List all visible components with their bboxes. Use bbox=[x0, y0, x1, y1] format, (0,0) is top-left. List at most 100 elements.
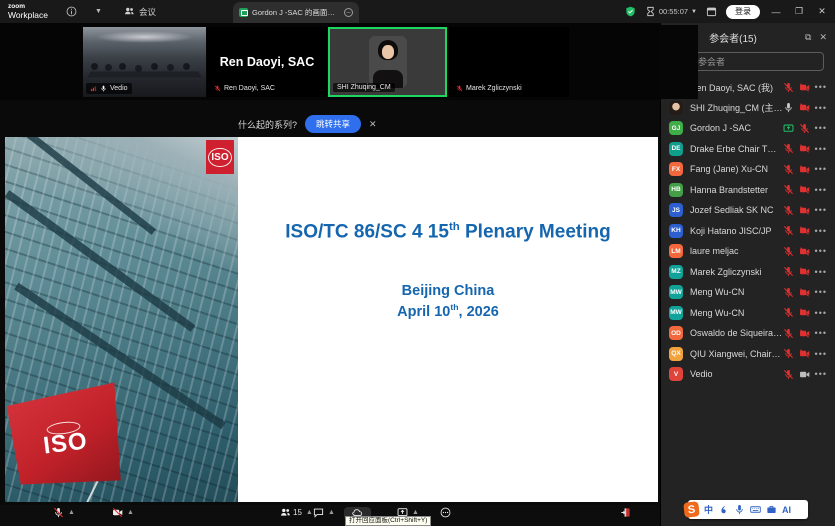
more-options-icon[interactable]: ••• bbox=[815, 246, 827, 256]
security-shield-icon[interactable] bbox=[625, 6, 636, 17]
ime-language-toggle[interactable]: 中 bbox=[704, 503, 713, 516]
camera-status-icon[interactable] bbox=[799, 266, 810, 277]
mic-status-icon[interactable] bbox=[783, 205, 794, 216]
ime-keyboard-icon[interactable] bbox=[750, 504, 761, 515]
participant-row[interactable]: QX QIU Xiangwei, Chairperson ••• bbox=[661, 344, 835, 365]
camera-status-icon[interactable] bbox=[799, 246, 810, 257]
more-options-icon[interactable]: ••• bbox=[815, 164, 827, 174]
camera-status-icon[interactable] bbox=[799, 225, 810, 236]
mic-status-icon[interactable] bbox=[783, 328, 794, 339]
mic-status-icon[interactable] bbox=[783, 307, 794, 318]
calendar-icon[interactable] bbox=[706, 6, 717, 17]
more-options-icon[interactable]: ••• bbox=[815, 123, 827, 133]
more-options-icon[interactable]: ••• bbox=[815, 328, 827, 338]
sogou-logo-icon[interactable]: S bbox=[683, 501, 699, 517]
minimize-button[interactable]: — bbox=[769, 7, 783, 17]
camera-status-icon[interactable] bbox=[799, 205, 810, 216]
chat-chevron[interactable]: ▲ bbox=[328, 509, 335, 516]
tab-shared-screen[interactable]: Gordon J -SAC 的画面共享 − bbox=[233, 2, 359, 23]
maximize-button[interactable]: ❐ bbox=[792, 6, 806, 17]
participant-row[interactable]: MW Meng Wu-CN ••• bbox=[661, 282, 835, 303]
pop-out-icon[interactable]: ⧉ bbox=[805, 32, 811, 43]
video-tile-ren-daoyi[interactable]: Ren Daoyi, SAC Ren Daoyi, SAC bbox=[207, 27, 327, 97]
mute-options-chevron[interactable]: ▲ bbox=[68, 509, 75, 516]
participant-row[interactable]: MZ Marek Zgliczynski ••• bbox=[661, 262, 835, 283]
meeting-timer[interactable]: 00:55:07 ▼ bbox=[645, 6, 697, 17]
more-options-icon[interactable]: ••• bbox=[815, 185, 827, 195]
participant-row[interactable]: MW Meng Wu-CN ••• bbox=[661, 303, 835, 324]
ime-toolbox-icon[interactable] bbox=[766, 504, 777, 515]
participant-row[interactable]: JS Jozef Sedliak SK NC ••• bbox=[661, 200, 835, 221]
close-window-button[interactable]: ✕ bbox=[815, 6, 829, 17]
mic-status-icon[interactable] bbox=[783, 369, 794, 380]
more-options-icon[interactable]: ••• bbox=[815, 103, 827, 113]
more-options-icon[interactable]: ••• bbox=[815, 349, 827, 359]
camera-status-icon[interactable] bbox=[799, 102, 810, 113]
slide-text-area: ISO/TC 86/SC 4 15th Plenary Meeting Beij… bbox=[238, 137, 658, 502]
camera-status-icon[interactable] bbox=[799, 82, 810, 93]
video-button[interactable]: ▲ bbox=[112, 507, 134, 518]
ime-ai-button[interactable]: AI bbox=[782, 505, 791, 515]
mic-status-icon[interactable] bbox=[783, 164, 794, 175]
video-tile-shi-zhuqing-active[interactable]: SHI Zhuqing_CM bbox=[328, 27, 447, 97]
more-options-icon[interactable]: ••• bbox=[815, 369, 827, 379]
chevron-down-icon[interactable]: ▼ bbox=[95, 8, 102, 15]
video-tile-marek[interactable]: Marek Zgliczynski bbox=[449, 27, 569, 97]
mic-status-icon[interactable] bbox=[783, 348, 794, 359]
tab-meeting[interactable]: 会议 bbox=[124, 6, 156, 18]
participant-row[interactable]: LM laure meljac ••• bbox=[661, 241, 835, 262]
more-options-icon[interactable]: ••• bbox=[815, 144, 827, 154]
camera-status-icon[interactable] bbox=[799, 369, 810, 380]
participant-row[interactable]: KH Koji Hatano JISC/JP ••• bbox=[661, 221, 835, 242]
mic-status-icon[interactable] bbox=[783, 102, 794, 113]
participant-row[interactable]: OD Oswaldo de Siqueira Bueno ••• bbox=[661, 323, 835, 344]
mic-status-icon[interactable] bbox=[783, 143, 794, 154]
video-tile-room[interactable]: Vedio bbox=[83, 27, 206, 97]
more-options-icon[interactable]: ••• bbox=[815, 82, 827, 92]
jump-to-share-button[interactable]: 跳转共享 bbox=[305, 115, 361, 133]
video-options-chevron[interactable]: ▲ bbox=[127, 509, 134, 516]
mic-status-icon[interactable] bbox=[783, 266, 794, 277]
participants-button[interactable]: 15 ▲ bbox=[280, 507, 313, 518]
camera-status-icon[interactable] bbox=[799, 307, 810, 318]
camera-status-icon[interactable] bbox=[799, 287, 810, 298]
more-options-icon[interactable]: ••• bbox=[815, 287, 827, 297]
participant-name: Ren Daoyi, SAC (我) bbox=[690, 81, 783, 94]
participant-row[interactable]: DE Drake Erbe Chair TC 86 ••• bbox=[661, 139, 835, 160]
more-options-icon[interactable]: ••• bbox=[815, 308, 827, 318]
participant-row[interactable]: FX Fang (Jane) Xu-CN ••• bbox=[661, 159, 835, 180]
ime-voice-icon[interactable] bbox=[734, 504, 745, 515]
mic-status-icon[interactable] bbox=[783, 82, 794, 93]
participants-chevron[interactable]: ▲ bbox=[306, 509, 313, 516]
share-options-chevron[interactable]: ▲ bbox=[412, 509, 419, 516]
participant-row[interactable]: V Vedio ••• bbox=[661, 364, 835, 385]
sign-in-button[interactable]: 登录 bbox=[726, 5, 760, 19]
camera-status-icon[interactable] bbox=[799, 348, 810, 359]
mic-status-icon[interactable] bbox=[783, 287, 794, 298]
mic-status-icon[interactable] bbox=[783, 225, 794, 236]
camera-status-icon[interactable] bbox=[799, 164, 810, 175]
more-button[interactable] bbox=[440, 507, 451, 518]
participant-row[interactable]: GJ Gordon J -SAC ••• bbox=[661, 118, 835, 139]
mute-button[interactable]: ▲ bbox=[53, 507, 75, 518]
participant-row[interactable]: HB Hanna Brandstetter ••• bbox=[661, 180, 835, 201]
ime-toolbar[interactable]: S 中 AI bbox=[688, 500, 808, 519]
close-panel-icon[interactable]: ✕ bbox=[819, 32, 827, 43]
mic-status-icon[interactable] bbox=[783, 184, 794, 195]
collapse-tab-icon[interactable]: − bbox=[344, 8, 353, 17]
mic-status-icon[interactable] bbox=[783, 246, 794, 257]
more-options-icon[interactable]: ••• bbox=[815, 226, 827, 236]
chat-button[interactable]: ▲ bbox=[313, 507, 335, 518]
participant-row[interactable]: SHI Zhuqing_CM (主持人) ••• bbox=[661, 98, 835, 119]
camera-status-icon[interactable] bbox=[799, 328, 810, 339]
ime-style-icon[interactable] bbox=[718, 504, 729, 515]
info-icon[interactable] bbox=[66, 6, 77, 17]
more-options-icon[interactable]: ••• bbox=[815, 205, 827, 215]
close-question-icon[interactable]: ✕ bbox=[369, 119, 377, 130]
camera-status-icon[interactable] bbox=[799, 143, 810, 154]
camera-status-icon[interactable] bbox=[799, 184, 810, 195]
leave-meeting-button[interactable] bbox=[620, 507, 631, 518]
mic-status-icon[interactable] bbox=[799, 123, 810, 134]
participant-name: Oswaldo de Siqueira Bueno bbox=[690, 328, 783, 338]
more-options-icon[interactable]: ••• bbox=[815, 267, 827, 277]
